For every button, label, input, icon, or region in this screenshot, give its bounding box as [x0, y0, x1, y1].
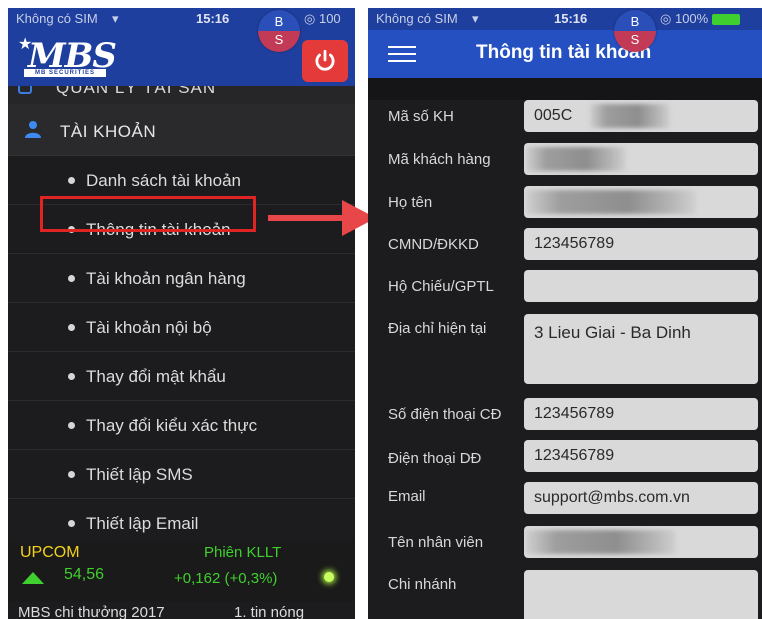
news-item: 1. tin nóng — [234, 604, 305, 619]
status-light-icon — [324, 572, 334, 582]
redacted-mask — [526, 190, 696, 214]
user-icon — [25, 121, 41, 138]
mobile-field[interactable]: 123456789 — [524, 440, 758, 472]
submenu-change-auth-type[interactable]: Thay đổi kiểu xác thực — [8, 401, 355, 450]
submenu-bank-account[interactable]: Tài khoản ngân hàng — [8, 254, 355, 303]
menu-screen: Không có SIM ▾ 15:16 ◎ 100 ★ MBS MB SECU… — [8, 8, 355, 619]
bs-floating-badge[interactable]: B S — [258, 10, 300, 52]
redacted-mask — [590, 104, 670, 128]
battery-icon — [712, 14, 741, 26]
screenshot-stage: Không có SIM ▾ 15:16 ◎ 100 ★ MBS MB SECU… — [0, 0, 762, 619]
staff-name-field[interactable] — [524, 526, 758, 558]
landline-field[interactable]: 123456789 — [524, 398, 758, 430]
bullet-icon — [68, 373, 75, 380]
id-card-field[interactable]: 123456789 — [524, 228, 758, 260]
bullet-icon — [68, 471, 75, 478]
bs-floating-badge[interactable]: B S — [614, 10, 656, 52]
redacted-mask — [526, 147, 626, 171]
submenu-internal-account[interactable]: Tài khoản nội bộ — [8, 303, 355, 352]
power-icon — [315, 49, 335, 71]
menu-item-asset-management[interactable]: QUẢN LÝ TÀI SẢN — [8, 86, 355, 104]
status-bar: Không có SIM ▾ 15:16 ◎ 100 — [8, 8, 355, 30]
asset-icon — [18, 86, 32, 94]
battery-level: ◎ 100 — [304, 11, 341, 26]
news-marquee[interactable]: MBS chi thưởng 2017 1. tin nóng — [8, 602, 355, 619]
wifi-icon: ▾ — [112, 11, 119, 26]
status-bar: Không có SIM ▾ 15:16 ◎ 100% — [368, 8, 762, 30]
menu-item-account[interactable]: TÀI KHOẢN — [8, 104, 355, 156]
address-field[interactable]: 3 Lieu Giai - Ba Dinh — [524, 314, 758, 384]
bullet-icon — [68, 177, 75, 184]
index-value: 54,56 — [64, 566, 105, 583]
account-info-screen: Không có SIM ▾ 15:16 ◎ 100% Thông tin tà… — [368, 8, 762, 619]
wifi-icon: ▾ — [472, 11, 479, 26]
logout-button[interactable] — [302, 40, 348, 82]
carrier-label: Không có SIM — [376, 11, 458, 26]
market-ticker[interactable]: UPCOM Phiên KLLT 54,56 +0,162 (+0,3%) — [8, 540, 355, 602]
header-spacer — [368, 78, 762, 100]
carrier-label: Không có SIM — [16, 11, 98, 26]
index-name: UPCOM — [20, 544, 80, 561]
bullet-icon — [68, 422, 75, 429]
bullet-icon — [68, 520, 75, 527]
passport-field[interactable] — [524, 270, 758, 302]
branch-field[interactable] — [524, 570, 758, 619]
hamburger-menu-icon[interactable] — [388, 46, 416, 64]
session-label: Phiên KLLT — [204, 544, 282, 561]
bullet-icon — [68, 275, 75, 282]
clock: 15:16 — [196, 11, 230, 26]
email-field[interactable]: support@mbs.com.vn — [524, 482, 758, 514]
redacted-mask — [526, 530, 676, 554]
customer-code-field[interactable] — [524, 143, 758, 175]
battery-level: ◎ 100% — [660, 11, 741, 27]
submenu-sms-settings[interactable]: Thiết lập SMS — [8, 450, 355, 499]
news-item: MBS chi thưởng 2017 — [18, 604, 165, 619]
up-arrow-icon — [22, 572, 44, 584]
index-change: +0,162 (+0,3%) — [174, 570, 278, 587]
customer-id-field[interactable]: 005C — [524, 100, 758, 132]
clock: 15:16 — [554, 11, 588, 26]
pointer-arrow-icon — [268, 200, 376, 236]
submenu-change-password[interactable]: Thay đổi mật khẩu — [8, 352, 355, 401]
full-name-field[interactable] — [524, 186, 758, 218]
bullet-icon — [68, 324, 75, 331]
screen-header: Thông tin tài khoản — [368, 30, 762, 78]
mbs-logo: ★ MBS MB SECURITIES — [18, 36, 117, 77]
highlight-box — [40, 196, 256, 232]
